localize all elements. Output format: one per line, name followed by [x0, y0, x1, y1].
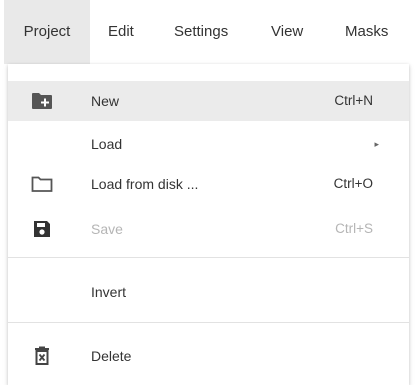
menu-item-label: Save: [91, 221, 123, 237]
save-icon: [30, 217, 54, 241]
menu-item-label: Load: [91, 136, 123, 152]
folder-plus-icon: [30, 89, 54, 113]
menu-item-shortcut: Ctrl+S: [335, 221, 373, 236]
menubar-project[interactable]: Project: [4, 0, 90, 64]
menu-separator: [8, 257, 409, 258]
menubar-masks[interactable]: Masks: [345, 0, 388, 64]
submenu-arrow-icon: ▸: [374, 139, 379, 149]
menu-item-save[interactable]: Save Ctrl+S: [8, 209, 409, 249]
menu-item-label: Load from disk ...: [91, 176, 199, 192]
delete-icon: [30, 344, 54, 368]
menu-item-load[interactable]: Load ▸: [8, 124, 409, 164]
menu-item-load-from-disk[interactable]: Load from disk ... Ctrl+O: [8, 164, 409, 204]
folder-outline-icon: [30, 172, 54, 196]
project-dropdown-menu: New Ctrl+N Load ▸ Load from disk ... Ctr…: [8, 64, 409, 385]
menu-item-shortcut: Ctrl+N: [334, 93, 373, 108]
menubar-edit[interactable]: Edit: [108, 0, 134, 64]
menubar-settings[interactable]: Settings: [174, 0, 228, 64]
menu-item-delete[interactable]: Delete: [8, 336, 409, 376]
menu-item-label: New: [91, 93, 120, 109]
menubar-view[interactable]: View: [271, 0, 303, 64]
menu-bar: Project Edit Settings View Masks: [0, 0, 419, 64]
menu-item-label: Delete: [91, 348, 132, 364]
menu-separator: [8, 322, 409, 323]
menu-item-invert[interactable]: Invert: [8, 272, 409, 312]
menu-item-label: Invert: [91, 284, 127, 300]
menu-item-new[interactable]: New Ctrl+N: [8, 81, 409, 121]
menu-item-shortcut: Ctrl+O: [333, 176, 373, 191]
